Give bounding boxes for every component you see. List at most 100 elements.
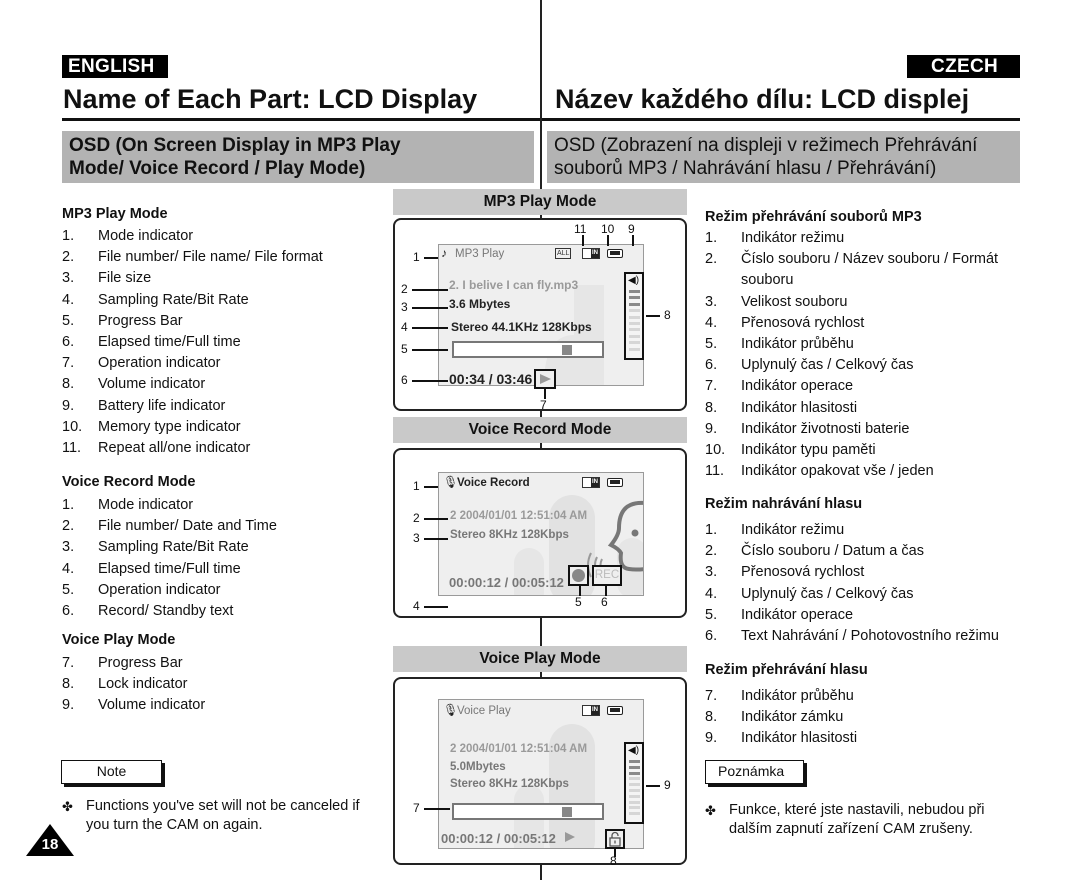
list-item-text: Indikátor hlasitosti xyxy=(741,730,858,747)
callout-line xyxy=(412,380,448,382)
voice-play-lcd-screen: 🎙 Voice Play IN 2 2004/01/01 12:51:04 AM… xyxy=(438,699,644,849)
list-item-number: 7. xyxy=(62,655,75,671)
list-item-number: 5. xyxy=(705,606,718,623)
callout-number: 9 xyxy=(664,778,671,792)
list-item-text: Indikátor životnosti baterie xyxy=(741,420,910,437)
list-item: 5. Indikátor operace xyxy=(705,605,999,626)
list-item: 6. Uplynulý čas / Celkový čas xyxy=(705,355,1021,376)
list-item: 4. Elapsed time/Full time xyxy=(62,559,277,580)
play-icon xyxy=(565,832,575,842)
callout-line xyxy=(424,518,448,520)
list-item: 5. Indikátor průběhu xyxy=(705,334,1021,355)
list-item-number: 1. xyxy=(62,228,75,244)
note-line: dalším zapnutí zařízení CAM zrušeny. xyxy=(729,820,973,837)
list-item: 8. Lock indicator xyxy=(62,674,205,695)
callout-number: 9 xyxy=(628,222,635,236)
memory-internal-icon: IN xyxy=(582,248,600,259)
list-item: 2. Číslo souboru / Název souboru / Formát… xyxy=(705,249,1021,291)
czech-voice-play-list: 7. Indikátor průběhu 8. Indikátor zámku 9. In… xyxy=(705,686,857,750)
list-item-text: Lock indicator xyxy=(98,676,188,693)
volume-level-bar xyxy=(629,801,640,804)
list-item-text: Sampling Rate/Bit Rate xyxy=(98,291,249,308)
list-item-number: 10. xyxy=(62,418,83,435)
volume-level-bar xyxy=(629,322,640,325)
bullet-clover-icon: ✤ xyxy=(62,799,73,814)
title-rule-left xyxy=(62,118,540,121)
voice-play-bit-rate: Stereo 8KHz 128Kbps xyxy=(450,778,569,790)
mp3-volume-indicator: ◀) xyxy=(624,272,644,360)
mp3-bit-rate: Stereo 44.1KHz 128Kbps xyxy=(451,320,592,334)
english-language-badge: ENGLISH xyxy=(62,55,168,78)
english-voice-record-heading: Voice Record Mode xyxy=(62,474,196,490)
list-item: 10. Indikátor typu paměti xyxy=(705,440,1021,461)
list-item-text: File number/ Date and Time xyxy=(98,518,277,535)
callout-number: 8 xyxy=(664,308,671,322)
volume-level-bar xyxy=(629,296,640,299)
callout-number: 5 xyxy=(401,342,408,356)
volume-level-bar xyxy=(629,812,640,815)
callout-line xyxy=(412,349,448,351)
list-item: 4. Uplynulý čas / Celkový čas xyxy=(705,584,999,605)
list-item-text: Uplynulý čas / Celkový čas xyxy=(741,585,914,602)
volume-level-bar xyxy=(629,316,640,319)
list-item-number: 1. xyxy=(62,497,75,513)
memory-internal-icon: IN xyxy=(582,477,600,488)
volume-level-bar xyxy=(629,760,640,763)
list-item: 4. Přenosová rychlost xyxy=(705,313,1021,334)
list-item-text: Indikátor operace xyxy=(741,378,854,395)
list-item-text: Indikátor průběhu xyxy=(741,688,854,704)
list-item: 8. Indikátor zámku xyxy=(705,707,857,728)
note-label: Poznámka xyxy=(718,763,785,779)
title-rule-right xyxy=(542,118,1020,121)
czech-note-text: Funkce, které jste nastavili, nebudou př… xyxy=(729,801,985,838)
list-item-number: 5. xyxy=(62,312,75,329)
list-item: 3. Přenosová rychlost xyxy=(705,562,999,583)
czech-language-badge: CZECH xyxy=(907,55,1020,78)
list-item-number: 2. xyxy=(62,249,75,266)
callout-number: 1 xyxy=(413,250,420,264)
battery-icon xyxy=(607,249,623,258)
play-icon xyxy=(540,374,551,384)
voice-play-mode-text: Voice Play xyxy=(457,705,511,717)
list-item-number: 1. xyxy=(705,230,718,246)
voice-play-watermark-icon xyxy=(514,724,595,848)
list-item: 3. File size xyxy=(62,268,323,289)
list-item-text: Číslo souboru / Název souboru / Formát s… xyxy=(741,251,999,289)
callout-line xyxy=(607,235,609,246)
voice-play-file-date: 2 2004/01/01 12:51:04 AM xyxy=(450,743,588,755)
list-item-number: 9. xyxy=(62,397,75,414)
volume-level-bar xyxy=(629,772,640,775)
list-item: 9. Indikátor životnosti baterie xyxy=(705,419,1021,440)
section-header-line: Mode/ Voice Record / Play Mode) xyxy=(69,158,366,179)
memory-internal-icon: IN xyxy=(582,705,600,716)
list-item-number: 4. xyxy=(62,291,75,308)
callout-line xyxy=(632,235,634,246)
list-item-number: 11. xyxy=(705,463,725,480)
progress-knob xyxy=(562,345,572,355)
page-number: 18 xyxy=(41,836,59,853)
memory-label: IN xyxy=(591,249,599,258)
list-item-number: 3. xyxy=(705,293,718,310)
list-item-number: 7. xyxy=(705,378,718,395)
voice-record-time: 00:00:12 / 00:05:12 xyxy=(449,575,564,590)
callout-number: 8 xyxy=(610,854,617,868)
list-item-number: 6. xyxy=(62,334,75,351)
section-header-line: OSD (Zobrazení na displeji v režimech Př… xyxy=(554,135,978,156)
list-item-text: Indikátor opakovat vše / jeden xyxy=(741,463,934,480)
list-item-text: Volume indicator xyxy=(98,697,206,714)
callout-number: 1 xyxy=(413,479,420,493)
list-item: 10. Memory type indicator xyxy=(62,417,323,438)
memory-label: IN xyxy=(591,478,599,487)
volume-level-bar xyxy=(629,348,640,351)
note-line: Funkce, které jste nastavili, nebudou př… xyxy=(729,802,985,818)
list-item-number: 10. xyxy=(705,442,726,459)
page-title-english: Name of Each Part: LCD Display xyxy=(63,84,478,114)
callout-line xyxy=(412,327,448,329)
list-item-text: Indikátor režimu xyxy=(741,522,845,538)
voice-record-bit-rate: Stereo 8KHz 128Kbps xyxy=(450,529,569,541)
english-mp3-heading: MP3 Play Mode xyxy=(62,206,168,222)
callout-line xyxy=(424,257,438,259)
list-item-text: Sampling Rate/Bit Rate xyxy=(98,539,249,556)
list-item-number: 6. xyxy=(705,357,718,374)
callout-line xyxy=(412,289,448,291)
